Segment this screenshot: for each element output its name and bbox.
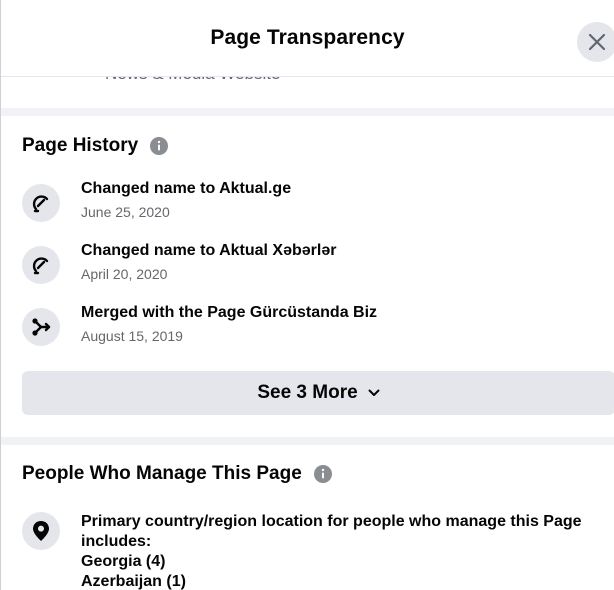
close-icon (588, 33, 606, 51)
manager-description: Primary country/region location for peop… (81, 513, 582, 550)
history-item: Merged with the Page Gürcüstanda Biz Aug… (22, 304, 614, 358)
managers-title: People Who Manage This Page (22, 463, 302, 484)
edit-icon (32, 257, 49, 275)
see-more-button[interactable]: See 3 More (22, 371, 614, 415)
page-history-title: Page History (22, 135, 139, 156)
location-pin-icon (33, 521, 49, 541)
history-item-date: June 25, 2020 (81, 204, 170, 220)
close-button[interactable] (577, 22, 614, 62)
dialog-header: Page Transparency (1, 0, 614, 77)
history-item-title: Changed name to Aktual Xəbərlər (81, 242, 337, 259)
info-icon[interactable] (150, 137, 169, 155)
section-divider (1, 437, 614, 445)
section-divider (1, 108, 614, 116)
history-item: Changed name to Aktual.ge June 25, 2020 (22, 180, 614, 234)
merge-icon (32, 318, 51, 336)
history-item: Changed name to Aktual Xəbərlər April 20… (22, 242, 614, 296)
page-transparency-dialog: Page Transparency News & Media Website P… (0, 0, 614, 590)
manager-country: Georgia (4) (81, 553, 166, 570)
history-item-date: April 20, 2020 (81, 266, 168, 282)
history-item-title: Changed name to Aktual.ge (81, 180, 292, 197)
history-item-date: August 15, 2019 (81, 328, 183, 344)
managers-heading: People Who Manage This Page (22, 463, 332, 485)
page-history-heading: Page History (22, 135, 169, 157)
info-icon[interactable] (313, 465, 332, 483)
history-item-title: Merged with the Page Gürcüstanda Biz (81, 304, 378, 321)
edit-icon (32, 195, 49, 213)
see-more-label: See 3 More (257, 382, 358, 403)
manager-location-text: Primary country/region location for peop… (81, 512, 614, 590)
manager-country: Azerbaijan (1) (81, 573, 186, 590)
dialog-title: Page Transparency (210, 26, 405, 49)
history-icon-wrapper (22, 246, 60, 284)
history-icon-wrapper (22, 308, 60, 346)
location-icon-wrapper (22, 512, 60, 550)
chevron-down-icon (368, 389, 380, 396)
history-icon-wrapper (22, 184, 60, 222)
